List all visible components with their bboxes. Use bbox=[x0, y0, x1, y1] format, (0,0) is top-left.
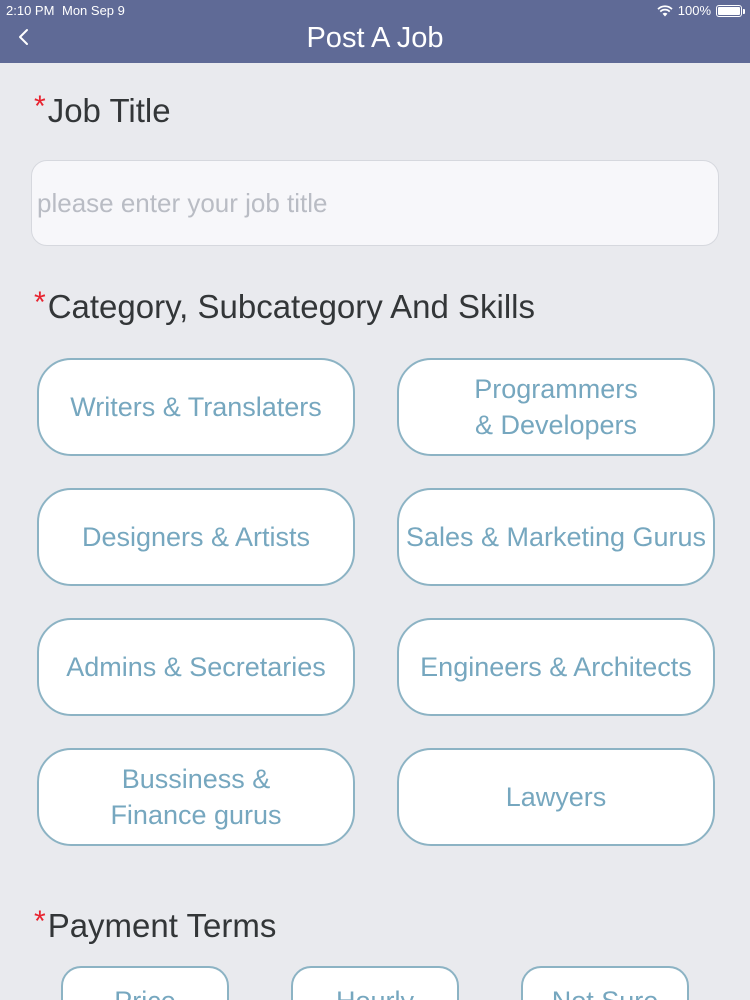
payment-not-sure-button[interactable]: Not Sure bbox=[521, 966, 689, 1000]
job-title-input[interactable] bbox=[31, 160, 719, 246]
category-engineers-architects-button[interactable]: Engineers & Architects bbox=[397, 618, 715, 716]
category-writers-translators-button[interactable]: Writers & Translaters bbox=[37, 358, 355, 456]
status-time: 2:10 PM bbox=[6, 3, 55, 18]
status-indicators: 100% bbox=[657, 3, 745, 18]
battery-percent: 100% bbox=[677, 3, 711, 18]
status-date: Mon Sep 9 bbox=[62, 3, 125, 18]
nav-header: 2:10 PM Mon Sep 9 100% Post A Job bbox=[0, 0, 750, 63]
payment-hourly-button[interactable]: Hourly bbox=[291, 966, 459, 1000]
category-label: *Category, Subcategory And Skills bbox=[34, 286, 536, 326]
payment-terms-label-text: Payment Terms bbox=[47, 907, 277, 944]
job-title-label-text: Job Title bbox=[47, 92, 171, 129]
category-admins-secretaries-button[interactable]: Admins & Secretaries bbox=[37, 618, 355, 716]
required-mark: * bbox=[34, 90, 46, 123]
payment-price-button[interactable]: Price bbox=[61, 966, 229, 1000]
wifi-icon bbox=[657, 4, 673, 16]
category-business-finance-button[interactable]: Bussiness & Finance gurus bbox=[37, 748, 355, 846]
category-sales-marketing-button[interactable]: Sales & Marketing Gurus bbox=[397, 488, 715, 586]
category-label-text: Category, Subcategory And Skills bbox=[47, 288, 536, 325]
category-designers-artists-button[interactable]: Designers & Artists bbox=[37, 488, 355, 586]
job-title-label: *Job Title bbox=[34, 90, 171, 130]
page-title: Post A Job bbox=[306, 22, 444, 54]
battery-icon bbox=[716, 4, 745, 17]
required-mark: * bbox=[34, 286, 46, 319]
payment-terms-label: *Payment Terms bbox=[34, 905, 277, 945]
category-lawyers-button[interactable]: Lawyers bbox=[397, 748, 715, 846]
category-programmers-developers-button[interactable]: Programmers & Developers bbox=[397, 358, 715, 456]
required-mark: * bbox=[34, 905, 46, 938]
